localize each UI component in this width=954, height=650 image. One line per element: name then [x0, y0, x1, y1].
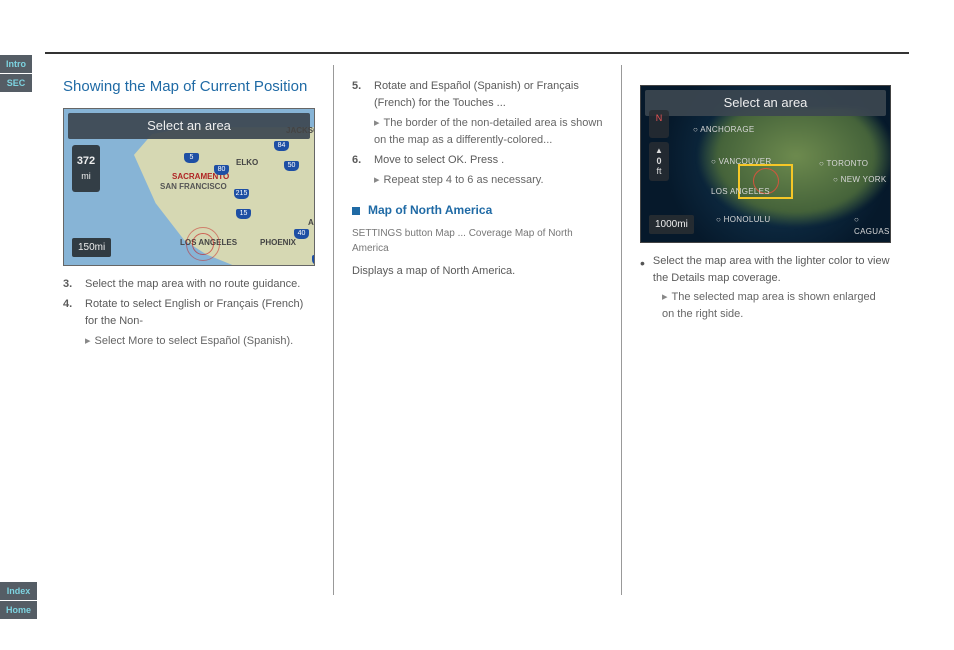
label-toronto: ○ TORONTO	[819, 158, 868, 170]
step-5-num: 5.	[352, 78, 368, 112]
map-mock-1: Select an area 372 mi 150mi SACRAMENTO S…	[63, 108, 315, 266]
step-5-text: Rotate and Español (Spanish) or Français…	[374, 78, 603, 112]
column-2: 5. Rotate and Español (Spanish) or Franç…	[333, 65, 621, 595]
step-4-text: Rotate to select English or Français (Fr…	[85, 296, 315, 330]
label-sanfran: SAN FRANCISCO	[160, 181, 227, 193]
sec-tab[interactable]: SEC	[0, 74, 32, 92]
map2-title: Select an area	[645, 90, 886, 116]
step-6-num: 6.	[352, 152, 368, 169]
hwy-15: 15	[236, 209, 251, 219]
content-columns: Showing the Map of Current Position Sele…	[45, 65, 909, 595]
hwy-215: 215	[234, 189, 249, 199]
bullet-icon	[640, 253, 647, 287]
step-3: 3. Select the map area with no route gui…	[63, 276, 315, 293]
home-tab[interactable]: Home	[0, 601, 37, 619]
col3-arrow-sub: The selected map area is shown enlarged …	[662, 289, 891, 323]
north-nav-path: SETTINGS button Map ... Coverage Map of …	[352, 226, 603, 257]
left-sidebar-bottom: Index Home	[0, 582, 37, 620]
label-elko: ELKO	[236, 157, 258, 169]
distance-value: 372	[74, 153, 98, 170]
label-albuq: ALBU...	[308, 217, 315, 229]
column-1: Showing the Map of Current Position Sele…	[45, 65, 333, 595]
north-body: Displays a map of North America.	[352, 263, 603, 280]
map2-scale: 1000mi	[649, 215, 694, 235]
step-4-num: 4.	[63, 296, 79, 330]
index-tab[interactable]: Index	[0, 582, 37, 600]
compass-icon: N	[649, 110, 669, 138]
zoom-unit: ft	[652, 166, 666, 177]
step-3-text: Select the map area with no route guidan…	[85, 276, 315, 293]
label-jackson: JACKSON	[286, 125, 315, 137]
column-3: Select an area N ▲ 0 ft 1000mi ○ ANCHORA…	[621, 65, 909, 595]
map1-scale: 150mi	[72, 238, 111, 258]
hwy-84: 84	[274, 141, 289, 151]
label-la2: LOS ANGELES	[711, 186, 770, 198]
cursor-ring-outer	[186, 227, 220, 261]
page-top-rule	[45, 52, 909, 54]
step-5: 5. Rotate and Español (Spanish) or Franç…	[352, 78, 603, 112]
hwy-80: 80	[214, 165, 229, 175]
map1-title: Select an area	[68, 113, 310, 139]
step-4: 4. Rotate to select English or Français …	[63, 296, 315, 330]
label-newyork: ○ NEW YORK	[833, 174, 886, 186]
label-vancouver: ○ VANCOUVER	[711, 156, 771, 168]
col1-heading: Showing the Map of Current Position	[63, 75, 315, 98]
step-6-sub: Repeat step 4 to 6 as necessary.	[374, 172, 603, 189]
label-caguas: ○ CAGUAS	[854, 214, 890, 239]
step-6-text: Move to select OK. Press .	[374, 152, 603, 169]
map-mock-2: Select an area N ▲ 0 ft 1000mi ○ ANCHORA…	[640, 85, 891, 243]
left-sidebar: Intro SEC	[0, 55, 32, 93]
figure-map-na: Select an area N ▲ 0 ft 1000mi ○ ANCHORA…	[640, 85, 891, 243]
figure-map-current: Select an area 372 mi 150mi SACRAMENTO S…	[63, 108, 315, 266]
intro-tab[interactable]: Intro	[0, 55, 32, 73]
step-5-sub: The border of the non-detailed area is s…	[374, 115, 603, 149]
hwy-50: 50	[284, 161, 299, 171]
zoom-indicator: ▲ 0 ft	[649, 142, 669, 181]
hwy-5: 5	[184, 153, 199, 163]
col3-bullet: Select the map area with the lighter col…	[640, 253, 891, 287]
step-3-num: 3.	[63, 276, 79, 293]
hwy-40: 40	[294, 229, 309, 239]
zoom-value: 0	[652, 156, 666, 167]
north-america-heading-text: Map of North America	[368, 201, 492, 220]
label-anchorage: ○ ANCHORAGE	[693, 124, 754, 136]
step-6: 6. Move to select OK. Press .	[352, 152, 603, 169]
distance-indicator: 372 mi	[72, 145, 100, 192]
north-america-heading: Map of North America	[352, 201, 603, 220]
step-4-sub: Select More to select Español (Spanish).	[85, 333, 315, 350]
col3-bullet-text: Select the map area with the lighter col…	[653, 253, 891, 287]
distance-unit: mi	[74, 170, 98, 184]
label-phoenix: PHOENIX	[260, 237, 296, 249]
label-honolulu: ○ HONOLULU	[716, 214, 771, 226]
